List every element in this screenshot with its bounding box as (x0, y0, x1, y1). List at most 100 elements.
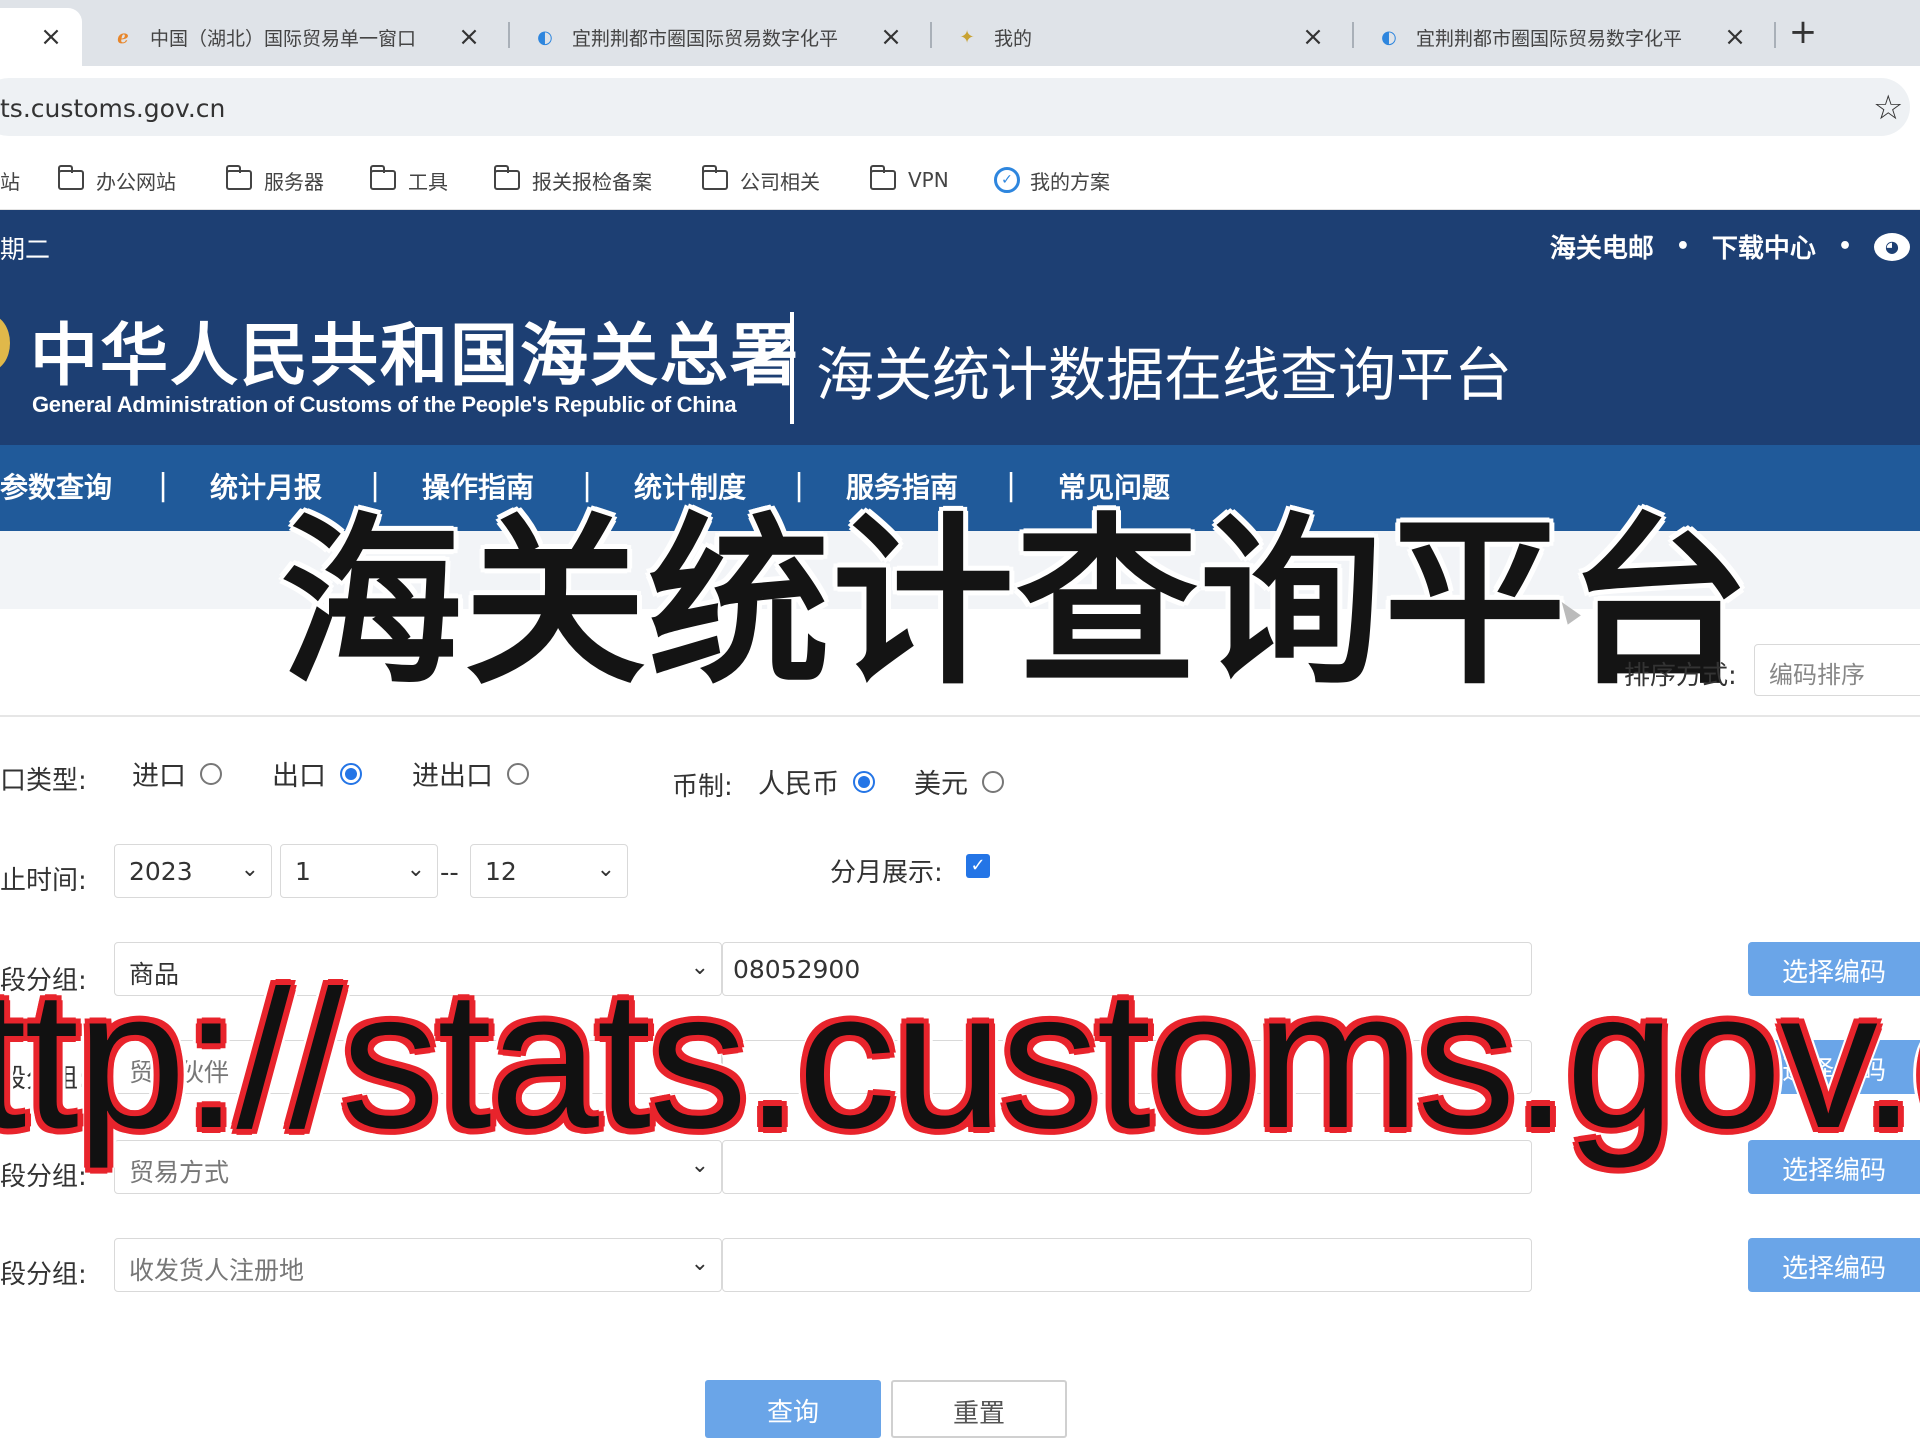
radio-import-export[interactable]: 进出口 (412, 754, 529, 793)
query-button[interactable]: 查询 (705, 1380, 881, 1438)
select-value: 收发货人注册地 (129, 1256, 305, 1285)
radio-usd[interactable]: 美元 (914, 762, 1004, 801)
folder-icon (869, 165, 896, 190)
chevron-down-icon: ⌄ (690, 1251, 709, 1276)
bookmark-label: 服务器 (264, 169, 324, 194)
org-name-cn: 中华人民共和国海关总署 (30, 316, 801, 396)
chevron-down-icon: ⌄ (596, 857, 615, 882)
folder-icon (493, 165, 520, 190)
radio-circle[interactable] (200, 762, 222, 785)
overlay-caption-url: ttp://stats.customs.gov.c (0, 950, 1920, 1169)
radio-label: 出口 (272, 761, 326, 792)
bookmark-my-plan[interactable]: ✓ 我的方案 (994, 162, 1110, 198)
radio-label: 进口 (132, 761, 186, 792)
top-links: 海关电邮 • 下载中心 • ◕ (1550, 228, 1910, 265)
sort-select[interactable]: 编码排序 (1754, 644, 1920, 696)
address-bar (0, 66, 1920, 152)
monthly-display-checkbox[interactable]: ✓ (966, 854, 990, 878)
bookmark-office-sites[interactable]: 办公网站 (57, 162, 176, 198)
range-dash: -- (440, 858, 459, 888)
year-select[interactable]: 2023 ⌄ (114, 844, 272, 898)
org-name-en: General Administration of Customs of the… (32, 392, 737, 417)
start-month-select[interactable]: 1 ⌄ (280, 844, 438, 898)
link-separator: • (1675, 234, 1690, 259)
omnibox[interactable] (0, 78, 1910, 136)
radio-rmb[interactable]: 人民币 (758, 762, 875, 801)
folder-icon (701, 165, 728, 190)
bookmark-label: 报关报检备案 (532, 169, 652, 194)
tab-separator (508, 22, 510, 48)
bookmark-label: 我的方案 (1030, 169, 1110, 194)
link-download-center[interactable]: 下载中心 (1712, 228, 1816, 265)
sort-label: 排序方式: (1624, 661, 1737, 691)
bookmark-label: VPN (908, 168, 949, 192)
select-code-button-4[interactable]: 选择编码 (1748, 1238, 1920, 1292)
trade-type-label: 口类型: (0, 766, 87, 796)
radio-import[interactable]: 进口 (132, 754, 222, 793)
bookmark-customs-filing[interactable]: 报关报检备案 (493, 162, 652, 198)
folder-icon (225, 165, 252, 190)
group-label-4: 段分组: (0, 1260, 87, 1290)
platform-title: 海关统计数据在线查询平台 (816, 341, 1513, 409)
close-icon[interactable]: × (1298, 22, 1328, 52)
radio-label: 进出口 (412, 761, 493, 792)
link-separator: • (1837, 234, 1852, 259)
app-icon: ✦ (959, 26, 975, 48)
select-value: 1 (295, 857, 311, 886)
chevron-down-icon: ⌄ (240, 857, 259, 882)
select-value: 2023 (129, 857, 193, 886)
link-customs-email[interactable]: 海关电邮 (1550, 228, 1654, 265)
tab-separator (1774, 22, 1776, 48)
radio-circle[interactable] (982, 770, 1004, 793)
tab-yjj-trade-platform-2[interactable]: ◐ 宜荆荆都市圈国际贸易数字化平 × (1360, 8, 1766, 66)
header-divider (790, 312, 794, 424)
currency-label: 币制: (672, 772, 733, 802)
bookmark-vpn[interactable]: VPN (869, 162, 949, 198)
globe-icon: ◐ (1381, 26, 1397, 48)
chevron-down-icon: ⌄ (406, 857, 425, 882)
radio-export[interactable]: 出口 (272, 754, 362, 793)
close-icon[interactable]: × (454, 22, 484, 52)
close-icon[interactable]: × (876, 22, 906, 52)
close-icon[interactable]: × (36, 22, 66, 52)
tab-hubei-single-window[interactable]: ℯ 中国（湖北）国际贸易单一窗口 × (94, 8, 500, 66)
nav-param-query[interactable]: 参数查询 (0, 466, 112, 506)
reset-button[interactable]: 重置 (891, 1380, 1067, 1438)
bookmark-label: 办公网站 (96, 169, 176, 194)
new-tab-button[interactable]: + (1783, 12, 1823, 52)
tab-yjj-trade-platform[interactable]: ◐ 宜荆荆都市圈国际贸易数字化平 × (516, 8, 922, 66)
select-value: 12 (485, 857, 517, 886)
radio-circle[interactable] (507, 762, 529, 785)
tab-title: 中国（湖北）国际贸易单一窗口 (150, 27, 417, 50)
star-icon[interactable]: ☆ (1873, 88, 1903, 128)
tab-active[interactable]: × (0, 8, 82, 66)
header-date: 期二 (0, 235, 51, 264)
bookmark-label: 公司相关 (740, 169, 820, 194)
tab-strip: × ℯ 中国（湖北）国际贸易单一窗口 × ◐ 宜荆荆都市圈国际贸易数字化平 × … (0, 0, 1920, 66)
group-select-4[interactable]: 收发货人注册地 ⌄ (114, 1238, 722, 1292)
bookmark-site[interactable]: 站 (0, 162, 20, 198)
code-input-4[interactable] (722, 1238, 1532, 1292)
bookmarks-bar: 站 办公网站 服务器 工具 报关报检备案 公司相关 VPN ✓ 我的方案 (0, 152, 1920, 210)
divider (0, 715, 1920, 717)
close-icon[interactable]: × (1720, 22, 1750, 52)
bookmark-label: 工具 (408, 169, 448, 194)
tab-mine[interactable]: ✦ 我的 × (938, 8, 1344, 66)
radio-circle[interactable] (340, 762, 362, 785)
url-text[interactable]: ts.customs.gov.cn (0, 94, 225, 123)
end-month-select[interactable]: 12 ⌄ (470, 844, 628, 898)
overlay-caption-title: 海关统计查询平台 (280, 497, 1752, 709)
bookmark-company[interactable]: 公司相关 (701, 162, 820, 198)
globe-icon: ◐ (537, 26, 553, 48)
radio-label: 美元 (914, 769, 968, 800)
shield-icon: ✓ (994, 167, 1020, 193)
nav-separator: | (158, 468, 169, 503)
bookmark-tools[interactable]: 工具 (369, 162, 448, 198)
monthly-display-label: 分月展示: (830, 858, 943, 888)
folder-icon (57, 165, 84, 190)
weibo-icon[interactable]: ◕ (1874, 232, 1910, 261)
folder-icon (369, 165, 396, 190)
tab-title: 宜荆荆都市圈国际贸易数字化平 (572, 27, 839, 50)
bookmark-servers[interactable]: 服务器 (225, 162, 324, 198)
radio-circle[interactable] (853, 770, 875, 793)
